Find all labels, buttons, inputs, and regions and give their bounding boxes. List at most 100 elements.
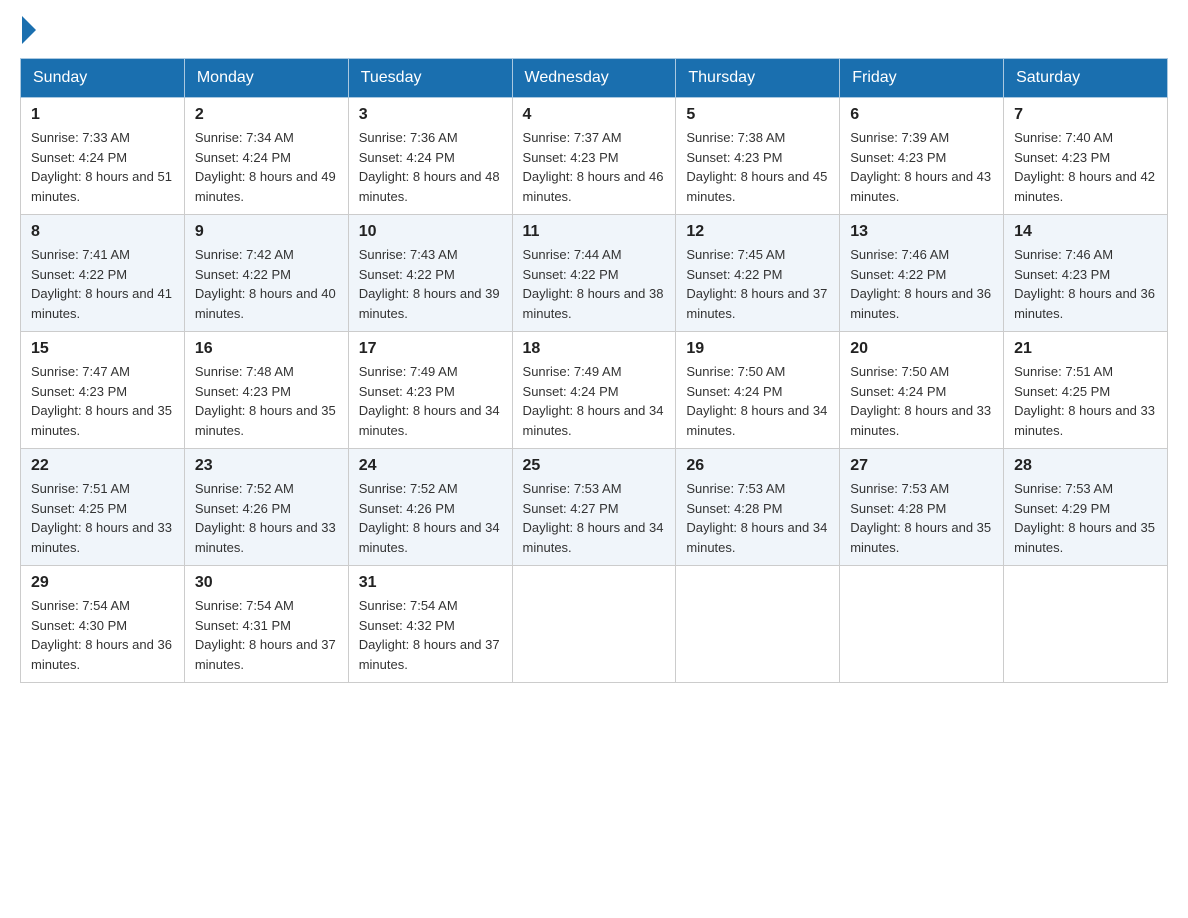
day-number: 16 bbox=[195, 340, 338, 358]
day-number: 12 bbox=[686, 223, 829, 241]
day-info: Sunrise: 7:54 AM Sunset: 4:31 PM Dayligh… bbox=[195, 596, 338, 674]
day-info: Sunrise: 7:51 AM Sunset: 4:25 PM Dayligh… bbox=[31, 479, 174, 557]
day-info: Sunrise: 7:52 AM Sunset: 4:26 PM Dayligh… bbox=[195, 479, 338, 557]
calendar-cell: 24 Sunrise: 7:52 AM Sunset: 4:26 PM Dayl… bbox=[348, 449, 512, 566]
calendar-cell: 31 Sunrise: 7:54 AM Sunset: 4:32 PM Dayl… bbox=[348, 566, 512, 683]
day-info: Sunrise: 7:50 AM Sunset: 4:24 PM Dayligh… bbox=[686, 362, 829, 440]
calendar-cell: 18 Sunrise: 7:49 AM Sunset: 4:24 PM Dayl… bbox=[512, 332, 676, 449]
day-number: 29 bbox=[31, 574, 174, 592]
day-number: 2 bbox=[195, 106, 338, 124]
calendar-cell bbox=[512, 566, 676, 683]
day-number: 11 bbox=[523, 223, 666, 241]
day-number: 15 bbox=[31, 340, 174, 358]
day-info: Sunrise: 7:46 AM Sunset: 4:22 PM Dayligh… bbox=[850, 245, 993, 323]
day-number: 13 bbox=[850, 223, 993, 241]
calendar-cell: 29 Sunrise: 7:54 AM Sunset: 4:30 PM Dayl… bbox=[21, 566, 185, 683]
day-info: Sunrise: 7:53 AM Sunset: 4:28 PM Dayligh… bbox=[686, 479, 829, 557]
calendar-cell: 20 Sunrise: 7:50 AM Sunset: 4:24 PM Dayl… bbox=[840, 332, 1004, 449]
calendar-cell: 17 Sunrise: 7:49 AM Sunset: 4:23 PM Dayl… bbox=[348, 332, 512, 449]
day-info: Sunrise: 7:38 AM Sunset: 4:23 PM Dayligh… bbox=[686, 128, 829, 206]
day-number: 21 bbox=[1014, 340, 1157, 358]
day-number: 31 bbox=[359, 574, 502, 592]
calendar-cell: 25 Sunrise: 7:53 AM Sunset: 4:27 PM Dayl… bbox=[512, 449, 676, 566]
calendar-cell: 15 Sunrise: 7:47 AM Sunset: 4:23 PM Dayl… bbox=[21, 332, 185, 449]
day-info: Sunrise: 7:46 AM Sunset: 4:23 PM Dayligh… bbox=[1014, 245, 1157, 323]
day-info: Sunrise: 7:47 AM Sunset: 4:23 PM Dayligh… bbox=[31, 362, 174, 440]
calendar-cell: 26 Sunrise: 7:53 AM Sunset: 4:28 PM Dayl… bbox=[676, 449, 840, 566]
calendar-cell: 16 Sunrise: 7:48 AM Sunset: 4:23 PM Dayl… bbox=[184, 332, 348, 449]
day-number: 8 bbox=[31, 223, 174, 241]
logo bbox=[20, 20, 36, 38]
calendar-cell: 3 Sunrise: 7:36 AM Sunset: 4:24 PM Dayli… bbox=[348, 98, 512, 215]
day-info: Sunrise: 7:49 AM Sunset: 4:24 PM Dayligh… bbox=[523, 362, 666, 440]
page-header bbox=[20, 20, 1168, 38]
day-number: 27 bbox=[850, 457, 993, 475]
day-info: Sunrise: 7:53 AM Sunset: 4:29 PM Dayligh… bbox=[1014, 479, 1157, 557]
day-info: Sunrise: 7:49 AM Sunset: 4:23 PM Dayligh… bbox=[359, 362, 502, 440]
day-info: Sunrise: 7:40 AM Sunset: 4:23 PM Dayligh… bbox=[1014, 128, 1157, 206]
day-info: Sunrise: 7:50 AM Sunset: 4:24 PM Dayligh… bbox=[850, 362, 993, 440]
calendar-cell: 19 Sunrise: 7:50 AM Sunset: 4:24 PM Dayl… bbox=[676, 332, 840, 449]
day-number: 5 bbox=[686, 106, 829, 124]
day-info: Sunrise: 7:33 AM Sunset: 4:24 PM Dayligh… bbox=[31, 128, 174, 206]
calendar-week-row: 29 Sunrise: 7:54 AM Sunset: 4:30 PM Dayl… bbox=[21, 566, 1168, 683]
day-info: Sunrise: 7:34 AM Sunset: 4:24 PM Dayligh… bbox=[195, 128, 338, 206]
day-number: 22 bbox=[31, 457, 174, 475]
day-number: 3 bbox=[359, 106, 502, 124]
day-number: 28 bbox=[1014, 457, 1157, 475]
calendar-cell: 28 Sunrise: 7:53 AM Sunset: 4:29 PM Dayl… bbox=[1004, 449, 1168, 566]
day-info: Sunrise: 7:43 AM Sunset: 4:22 PM Dayligh… bbox=[359, 245, 502, 323]
calendar-cell: 2 Sunrise: 7:34 AM Sunset: 4:24 PM Dayli… bbox=[184, 98, 348, 215]
calendar-cell: 8 Sunrise: 7:41 AM Sunset: 4:22 PM Dayli… bbox=[21, 215, 185, 332]
day-info: Sunrise: 7:52 AM Sunset: 4:26 PM Dayligh… bbox=[359, 479, 502, 557]
day-info: Sunrise: 7:53 AM Sunset: 4:27 PM Dayligh… bbox=[523, 479, 666, 557]
day-info: Sunrise: 7:54 AM Sunset: 4:32 PM Dayligh… bbox=[359, 596, 502, 674]
day-number: 24 bbox=[359, 457, 502, 475]
day-info: Sunrise: 7:44 AM Sunset: 4:22 PM Dayligh… bbox=[523, 245, 666, 323]
day-info: Sunrise: 7:41 AM Sunset: 4:22 PM Dayligh… bbox=[31, 245, 174, 323]
day-info: Sunrise: 7:53 AM Sunset: 4:28 PM Dayligh… bbox=[850, 479, 993, 557]
calendar-week-row: 15 Sunrise: 7:47 AM Sunset: 4:23 PM Dayl… bbox=[21, 332, 1168, 449]
calendar-cell: 6 Sunrise: 7:39 AM Sunset: 4:23 PM Dayli… bbox=[840, 98, 1004, 215]
calendar-cell: 11 Sunrise: 7:44 AM Sunset: 4:22 PM Dayl… bbox=[512, 215, 676, 332]
calendar-cell: 4 Sunrise: 7:37 AM Sunset: 4:23 PM Dayli… bbox=[512, 98, 676, 215]
calendar-cell: 9 Sunrise: 7:42 AM Sunset: 4:22 PM Dayli… bbox=[184, 215, 348, 332]
calendar-cell bbox=[676, 566, 840, 683]
calendar-week-row: 22 Sunrise: 7:51 AM Sunset: 4:25 PM Dayl… bbox=[21, 449, 1168, 566]
day-number: 26 bbox=[686, 457, 829, 475]
day-info: Sunrise: 7:39 AM Sunset: 4:23 PM Dayligh… bbox=[850, 128, 993, 206]
calendar-cell: 14 Sunrise: 7:46 AM Sunset: 4:23 PM Dayl… bbox=[1004, 215, 1168, 332]
calendar-table: SundayMondayTuesdayWednesdayThursdayFrid… bbox=[20, 58, 1168, 683]
calendar-cell: 12 Sunrise: 7:45 AM Sunset: 4:22 PM Dayl… bbox=[676, 215, 840, 332]
day-info: Sunrise: 7:42 AM Sunset: 4:22 PM Dayligh… bbox=[195, 245, 338, 323]
day-number: 25 bbox=[523, 457, 666, 475]
day-number: 7 bbox=[1014, 106, 1157, 124]
calendar-header-saturday: Saturday bbox=[1004, 59, 1168, 98]
calendar-body: 1 Sunrise: 7:33 AM Sunset: 4:24 PM Dayli… bbox=[21, 98, 1168, 683]
calendar-cell: 7 Sunrise: 7:40 AM Sunset: 4:23 PM Dayli… bbox=[1004, 98, 1168, 215]
calendar-cell: 30 Sunrise: 7:54 AM Sunset: 4:31 PM Dayl… bbox=[184, 566, 348, 683]
calendar-cell: 5 Sunrise: 7:38 AM Sunset: 4:23 PM Dayli… bbox=[676, 98, 840, 215]
calendar-cell: 1 Sunrise: 7:33 AM Sunset: 4:24 PM Dayli… bbox=[21, 98, 185, 215]
calendar-cell: 27 Sunrise: 7:53 AM Sunset: 4:28 PM Dayl… bbox=[840, 449, 1004, 566]
calendar-cell bbox=[1004, 566, 1168, 683]
calendar-week-row: 8 Sunrise: 7:41 AM Sunset: 4:22 PM Dayli… bbox=[21, 215, 1168, 332]
calendar-cell bbox=[840, 566, 1004, 683]
calendar-header-monday: Monday bbox=[184, 59, 348, 98]
day-number: 4 bbox=[523, 106, 666, 124]
day-info: Sunrise: 7:54 AM Sunset: 4:30 PM Dayligh… bbox=[31, 596, 174, 674]
day-number: 1 bbox=[31, 106, 174, 124]
calendar-cell: 22 Sunrise: 7:51 AM Sunset: 4:25 PM Dayl… bbox=[21, 449, 185, 566]
day-number: 30 bbox=[195, 574, 338, 592]
day-number: 10 bbox=[359, 223, 502, 241]
calendar-cell: 10 Sunrise: 7:43 AM Sunset: 4:22 PM Dayl… bbox=[348, 215, 512, 332]
day-number: 6 bbox=[850, 106, 993, 124]
calendar-header-friday: Friday bbox=[840, 59, 1004, 98]
day-info: Sunrise: 7:51 AM Sunset: 4:25 PM Dayligh… bbox=[1014, 362, 1157, 440]
day-info: Sunrise: 7:45 AM Sunset: 4:22 PM Dayligh… bbox=[686, 245, 829, 323]
day-number: 18 bbox=[523, 340, 666, 358]
calendar-cell: 21 Sunrise: 7:51 AM Sunset: 4:25 PM Dayl… bbox=[1004, 332, 1168, 449]
calendar-header-tuesday: Tuesday bbox=[348, 59, 512, 98]
day-number: 20 bbox=[850, 340, 993, 358]
day-number: 23 bbox=[195, 457, 338, 475]
